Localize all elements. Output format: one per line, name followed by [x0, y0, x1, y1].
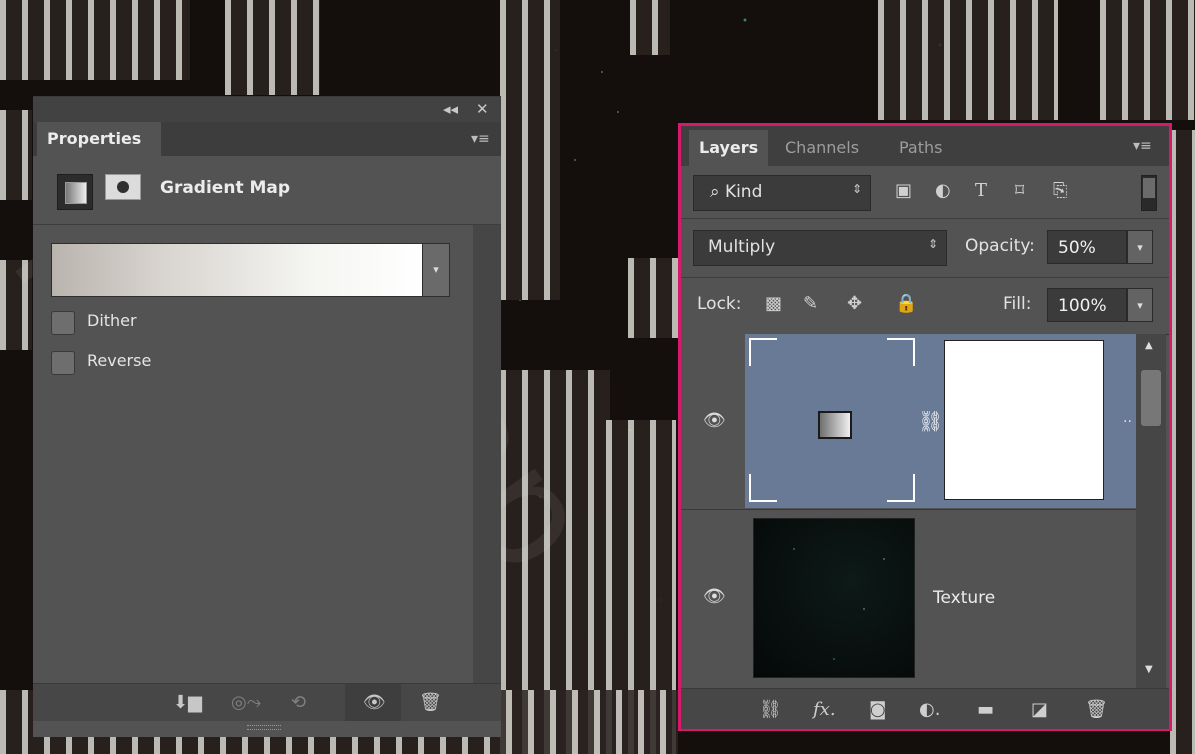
filter-row: ⌕ Kind ⇕ ▣ ◐ T ⌑ ⎘ — [681, 166, 1169, 219]
tab-layers[interactable]: Layers — [689, 130, 769, 166]
delete-icon[interactable]: 🗑 — [1085, 699, 1108, 720]
blend-mode-value: Multiply — [708, 237, 776, 257]
dither-checkbox[interactable] — [51, 311, 75, 335]
fill-dropdown[interactable]: ▾ — [1127, 288, 1153, 322]
add-mask-icon[interactable]: ◙ — [869, 699, 886, 720]
lock-label: Lock: — [697, 294, 742, 314]
type-filter-icon[interactable]: T — [975, 180, 987, 201]
new-adjustment-icon[interactable]: ◐. — [919, 699, 940, 720]
panel-menu-icon[interactable]: ▾≡ — [1133, 138, 1152, 154]
pixel-filter-icon[interactable]: ▣ — [895, 180, 912, 201]
shape-filter-icon[interactable]: ⌑ — [1015, 180, 1024, 201]
adjustment-filter-icon[interactable]: ◐ — [935, 180, 951, 201]
layer-name[interactable]: Texture — [933, 588, 995, 608]
mask-icon[interactable] — [105, 174, 141, 200]
layer-row-gradient-map[interactable]: 👁 ⛓ ·· — [681, 334, 1136, 508]
scroll-down-icon[interactable]: ▼ — [1145, 664, 1153, 675]
tab-paths[interactable]: Paths — [889, 130, 952, 166]
layers-tab-strip: Layers Channels Paths ▾≡ — [681, 126, 1169, 166]
reverse-checkbox[interactable] — [51, 351, 75, 375]
adjustment-title: Gradient Map — [160, 178, 291, 198]
visibility-icon: 👁 — [363, 692, 386, 713]
search-icon: ⌕ — [710, 182, 720, 202]
resize-grip[interactable] — [33, 721, 501, 737]
opacity-label: Opacity: — [965, 236, 1035, 256]
properties-footer: ⬇▆ ◎⤳ ⟲ 👁 🗑 — [33, 683, 501, 722]
adjustment-thumbnail[interactable] — [749, 338, 915, 502]
reset-icon[interactable]: ⟲ — [291, 692, 306, 713]
clip-to-layer-icon[interactable]: ⬇▆ — [173, 692, 202, 713]
visibility-eye-icon[interactable]: 👁 — [703, 410, 726, 431]
gradient-dropdown[interactable]: ▾ — [422, 243, 450, 297]
tab-strip: Properties ▾≡ — [33, 122, 501, 156]
select-arrow-icon: ⇕ — [927, 237, 938, 251]
collapse-icon[interactable]: ◂◂ — [443, 100, 458, 118]
gradient-map-adjustment-icon[interactable] — [57, 174, 93, 210]
layer-row-texture[interactable]: 👁 Texture — [681, 509, 1136, 688]
fill-label: Fill: — [1003, 294, 1032, 314]
filter-kind-select[interactable]: ⌕ Kind ⇕ — [693, 175, 871, 211]
layers-panel: Layers Channels Paths ▾≡ ⌕ Kind ⇕ ▣ ◐ T … — [678, 123, 1172, 731]
fx-icon[interactable]: fx. — [813, 699, 836, 720]
view-previous-state-icon[interactable]: ◎⤳ — [231, 692, 261, 713]
scroll-thumb[interactable] — [1141, 370, 1161, 426]
layer-mask-thumbnail[interactable] — [944, 340, 1104, 500]
new-group-icon[interactable]: ▬ — [977, 699, 994, 720]
new-layer-icon[interactable]: ◪ — [1031, 699, 1048, 720]
properties-scrollbar[interactable] — [473, 225, 501, 683]
dither-label: Dither — [87, 311, 137, 330]
scroll-up-icon[interactable]: ▲ — [1145, 340, 1153, 351]
delete-icon[interactable]: 🗑 — [419, 692, 442, 713]
blend-row: Multiply ⇕ Opacity: 50% ▾ — [681, 219, 1169, 278]
smart-object-filter-icon[interactable]: ⎘ — [1053, 180, 1067, 201]
visibility-eye-icon[interactable]: 👁 — [703, 586, 726, 607]
gradient-map-icon — [818, 411, 852, 439]
filter-toggle[interactable] — [1141, 175, 1157, 211]
link-layers-icon[interactable]: ⛓ — [759, 699, 782, 720]
opacity-input[interactable]: 50% — [1047, 230, 1127, 264]
layers-scrollbar[interactable]: ▲ ▼ — [1136, 334, 1166, 688]
fill-input[interactable]: 100% — [1047, 288, 1127, 322]
reverse-label: Reverse — [87, 351, 152, 370]
tab-properties[interactable]: Properties — [37, 122, 161, 156]
link-icon[interactable]: ⛓ — [918, 409, 943, 433]
texture-thumbnail[interactable] — [753, 518, 915, 678]
lock-row: Lock: ▩ ✎ ✥ 🔒 Fill: 100% ▾ — [681, 278, 1169, 335]
properties-body: ▾ Dither Reverse — [33, 225, 473, 683]
opacity-dropdown[interactable]: ▾ — [1127, 230, 1153, 264]
properties-panel: ◂◂ ✕ Properties ▾≡ Gradient Map ▾ Dither… — [33, 96, 501, 737]
layer-list: 👁 ⛓ ·· 👁 Texture — [681, 334, 1136, 688]
panel-menu-icon[interactable]: ▾≡ — [471, 131, 490, 147]
lock-position-icon[interactable]: ✥ — [847, 293, 862, 314]
properties-header: Gradient Map — [33, 156, 501, 225]
lock-image-icon[interactable]: ✎ — [803, 293, 818, 314]
tab-channels[interactable]: Channels — [775, 130, 869, 166]
more-icon: ·· — [1123, 414, 1132, 430]
gradient-preview[interactable] — [51, 243, 423, 297]
lock-transparent-icon[interactable]: ▩ — [765, 293, 782, 314]
blend-mode-select[interactable]: Multiply ⇕ — [693, 230, 947, 266]
close-icon[interactable]: ✕ — [476, 100, 489, 118]
layers-footer: ⛓ fx. ◙ ◐. ▬ ◪ 🗑 — [681, 688, 1169, 729]
visibility-button[interactable]: 👁 — [345, 684, 401, 722]
panel-titlebar[interactable]: ◂◂ ✕ — [33, 97, 501, 122]
filter-kind-label: Kind — [724, 182, 763, 202]
select-arrow-icon: ⇕ — [851, 182, 862, 196]
lock-all-icon[interactable]: 🔒 — [895, 293, 917, 314]
